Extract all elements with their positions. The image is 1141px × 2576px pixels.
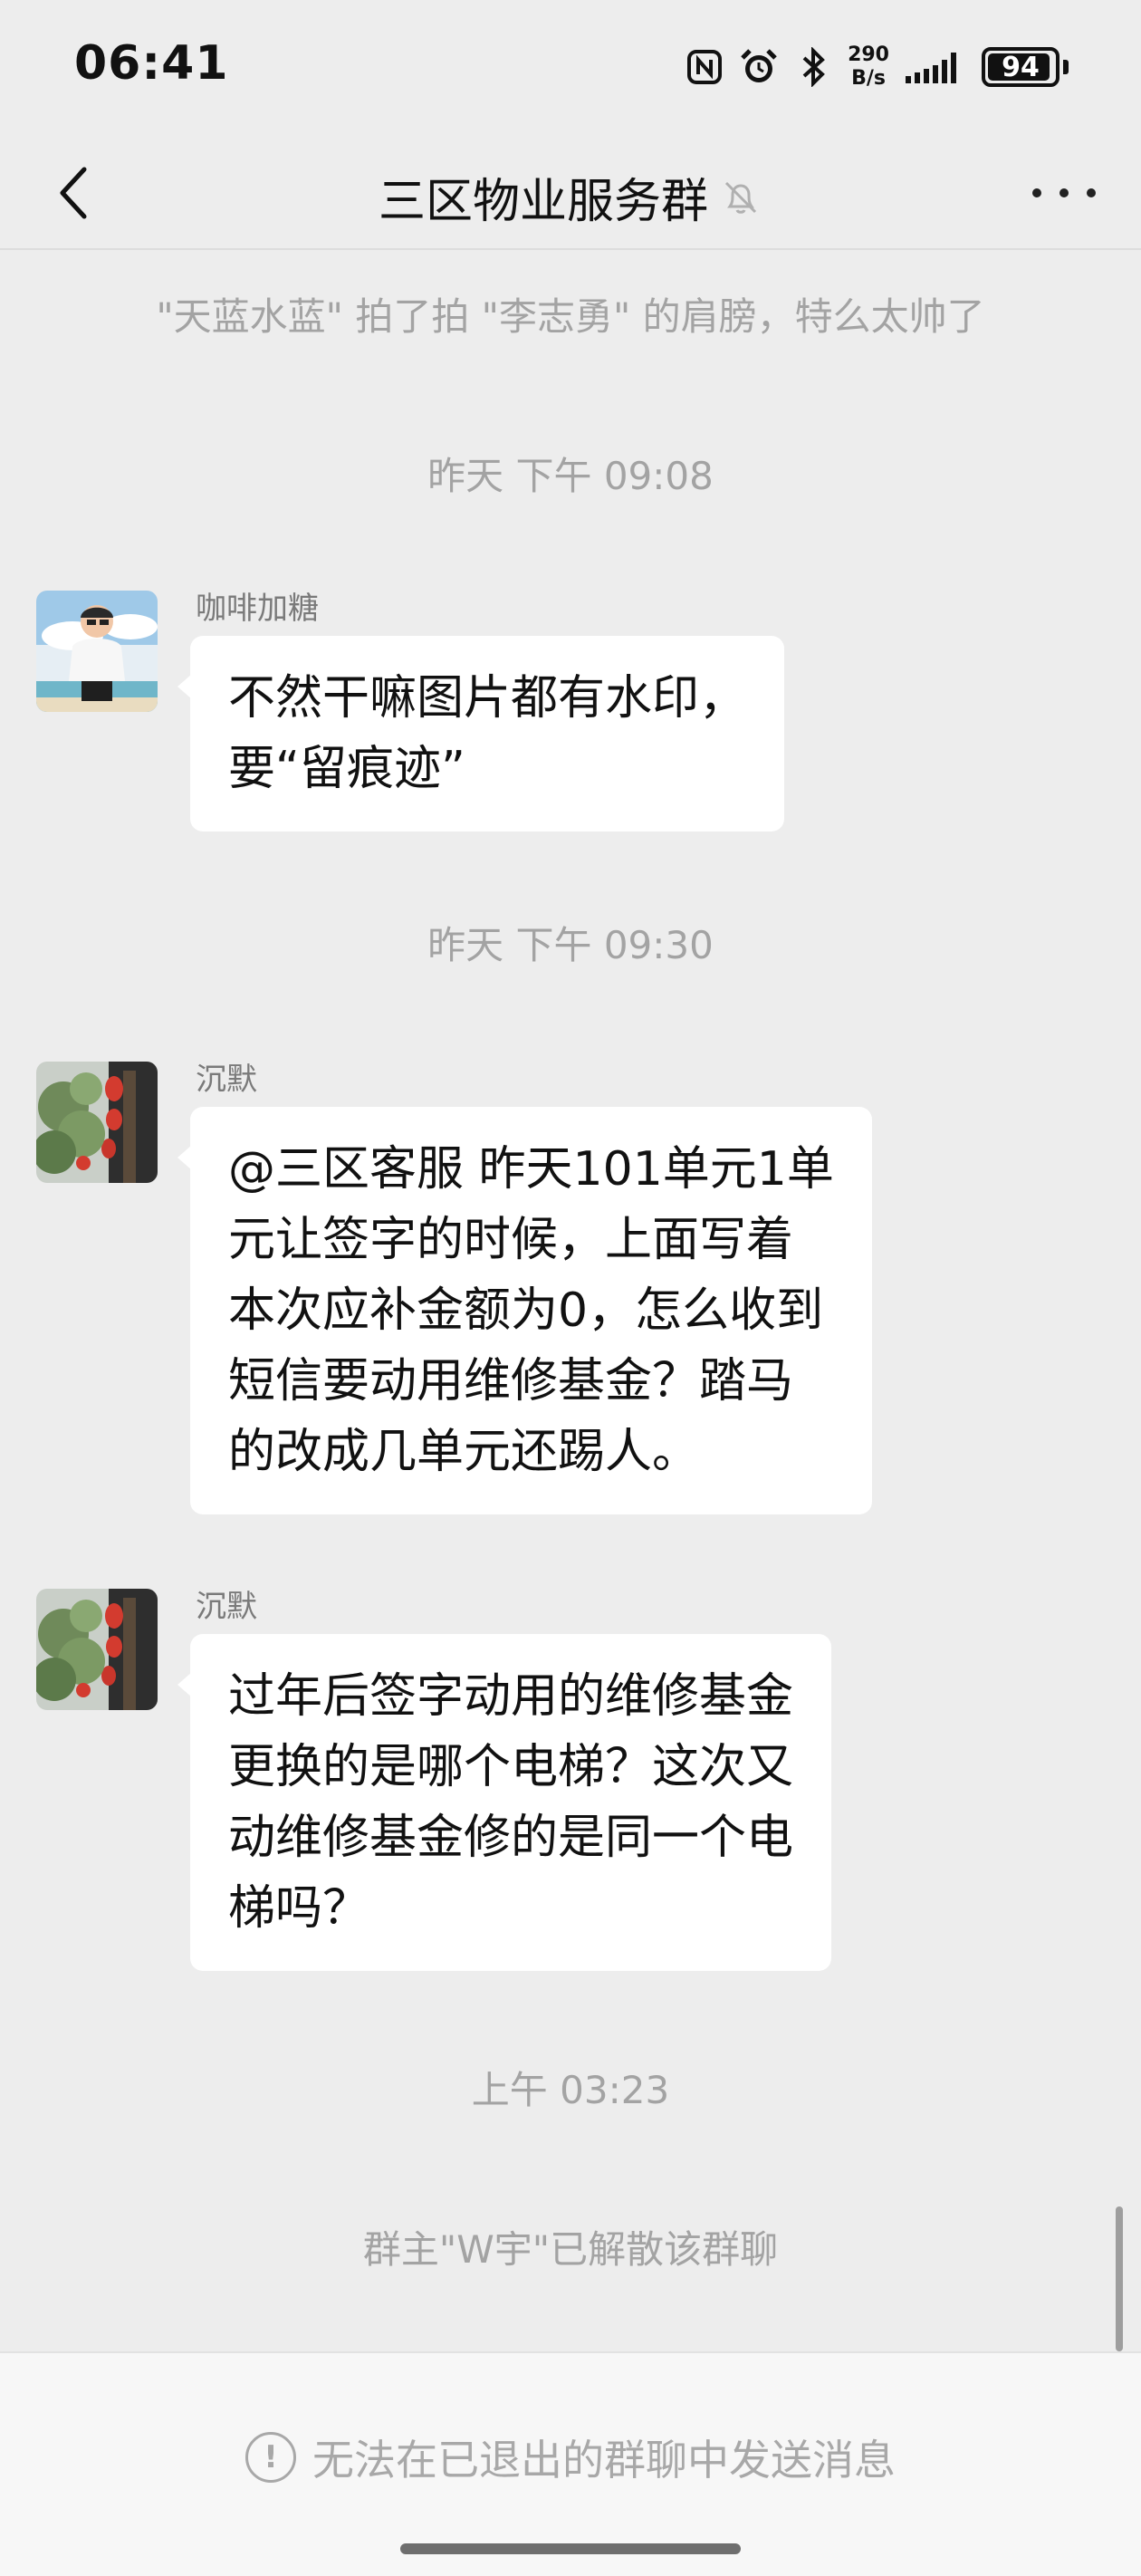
status-icons: 290 B/s 94 xyxy=(685,43,1069,91)
nfc-icon xyxy=(685,47,724,87)
message-line: 本次应补金额为0，怎么收到 xyxy=(228,1283,824,1338)
battery-indicator: 94 xyxy=(982,47,1060,87)
chat-header: 三区物业服务群 xyxy=(0,136,1141,250)
network-speed-value: 290 xyxy=(848,43,889,66)
message-line: 梯吗？ xyxy=(228,1881,370,1936)
message-line: 要“留痕迹” xyxy=(228,742,465,796)
footer-bar: ! 无法在已退出的群聊中发送消息 xyxy=(0,2351,1141,2576)
home-indicator[interactable] xyxy=(400,2543,741,2554)
signal-icon xyxy=(904,47,967,87)
avatar[interactable] xyxy=(36,1589,158,1710)
avatar[interactable] xyxy=(36,591,158,712)
message-line: 动维修基金修的是同一个电 xyxy=(228,1811,794,1865)
bell-off-icon xyxy=(721,177,762,218)
title-wrap: 三区物业服务群 xyxy=(0,163,1141,231)
message-line: 元让签字的时候，上面写着 xyxy=(228,1213,794,1267)
timestamp: 上午 03:23 xyxy=(471,2068,670,2112)
message-bubble[interactable]: 不然干嘛图片都有水印， 要“留痕迹” xyxy=(177,636,785,831)
message-bubble[interactable]: @三区客服 昨天101单元1单 元让签字的时候，上面写着 本次应补金额为0，怎么… xyxy=(177,1107,872,1514)
status-bar: 06:41 290 B/s 94 xyxy=(0,0,1141,136)
more-button[interactable] xyxy=(1032,172,1096,214)
more-dot xyxy=(1087,188,1096,197)
message-line: 不然干嘛图片都有水印， xyxy=(228,671,747,726)
timestamp: 昨天 下午 09:30 xyxy=(427,923,714,967)
scrollbar[interactable] xyxy=(1116,2206,1123,2351)
message-line: 短信要动用维修基金？踏马 xyxy=(228,1354,794,1408)
message-line: 的改成几单元还踢人。 xyxy=(228,1425,700,1479)
sender-name: 沉默 xyxy=(196,1589,257,1625)
message-bubble[interactable]: 过年后签字动用的维修基金 更换的是哪个电梯？这次又 动维修基金修的是同一个电 梯… xyxy=(177,1634,832,1971)
message-line: 过年后签字动用的维修基金 xyxy=(228,1669,794,1724)
sender-name: 沉默 xyxy=(196,1062,257,1098)
exclamation-circle-icon: ! xyxy=(245,2432,296,2483)
system-dissolve-notice: 群主"W宇"已解散该群聊 xyxy=(362,2227,779,2272)
page-title: 三区物业服务群 xyxy=(378,175,708,229)
sender-name: 咖啡加糖 xyxy=(196,591,319,627)
message-line: @三区客服 昨天101单元1单 xyxy=(228,1142,834,1197)
bluetooth-icon xyxy=(793,47,833,87)
message-line: 更换的是哪个电梯？这次又 xyxy=(228,1740,794,1794)
battery-tip xyxy=(1063,60,1069,74)
footer-notice-text: 无法在已退出的群聊中发送消息 xyxy=(312,2436,896,2485)
more-dot xyxy=(1060,188,1069,197)
more-dots-icon xyxy=(1032,188,1041,197)
network-speed: 290 B/s xyxy=(848,43,889,91)
footer-notice: ! 无法在已退出的群聊中发送消息 xyxy=(0,2427,1141,2487)
battery-level: 94 xyxy=(1002,51,1040,83)
alarm-icon xyxy=(739,47,779,87)
system-pat-notice: "天蓝水蓝" 拍了拍 "李志勇" 的肩膀，特么太帅了 xyxy=(156,294,985,339)
network-speed-unit: B/s xyxy=(851,67,886,90)
avatar[interactable] xyxy=(36,1062,158,1183)
timestamp: 昨天 下午 09:08 xyxy=(427,454,714,498)
status-time: 06:41 xyxy=(74,36,229,91)
